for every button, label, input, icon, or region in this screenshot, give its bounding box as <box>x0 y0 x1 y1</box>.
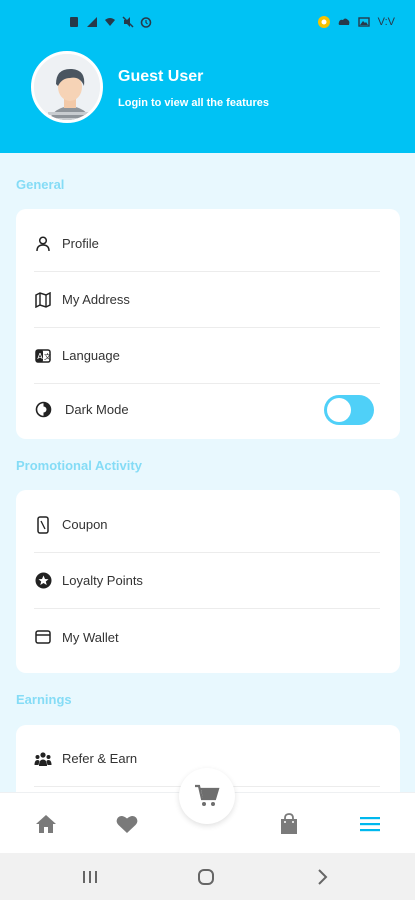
menu-label: Refer & Earn <box>62 751 138 766</box>
svg-text:A: A <box>37 352 43 361</box>
home-circle-icon <box>198 869 214 885</box>
contrast-icon <box>34 400 52 418</box>
menu-label: Coupon <box>62 517 108 532</box>
menu-label: Profile <box>62 236 99 251</box>
menu-label: Language <box>62 348 120 363</box>
nav-menu[interactable] <box>357 811 383 837</box>
home-button[interactable] <box>196 867 216 887</box>
dark-mode-toggle[interactable] <box>324 395 374 425</box>
card-general: Profile My Address A文 Language Dark Mode <box>16 209 400 439</box>
menu-item-loyalty-points[interactable]: Loyalty Points <box>34 553 380 609</box>
cart-button[interactable] <box>179 768 235 824</box>
section-title-earnings: Earnings <box>16 692 72 707</box>
status-time: V:V <box>377 16 395 28</box>
menu-label: My Wallet <box>62 629 119 645</box>
section-title-promo: Promotional Activity <box>16 458 142 473</box>
heart-icon <box>116 815 138 833</box>
card-promo: Coupon Loyalty Points My Wallet <box>16 490 400 673</box>
status-bar: V:V <box>0 0 415 44</box>
sim-icon <box>70 17 78 27</box>
notification-dot-icon <box>317 16 330 28</box>
svg-text:文: 文 <box>44 352 51 361</box>
recent-apps-icon <box>83 871 97 883</box>
avatar[interactable] <box>31 51 103 123</box>
wallet-icon <box>34 628 52 646</box>
people-icon <box>34 750 52 768</box>
wifi-icon <box>105 18 115 26</box>
language-icon: A文 <box>34 347 52 365</box>
menu-icon <box>360 817 380 832</box>
person-icon <box>34 235 52 253</box>
nav-home[interactable] <box>33 811 59 837</box>
menu-item-my-wallet[interactable]: My Wallet <box>34 609 380 665</box>
recent-apps-button[interactable] <box>80 867 100 887</box>
map-icon <box>34 291 52 309</box>
cloud-icon <box>338 18 350 25</box>
coupon-icon <box>34 515 52 534</box>
signal-icon <box>87 17 97 27</box>
system-nav-bar <box>0 853 415 900</box>
menu-item-my-address[interactable]: My Address <box>34 272 380 328</box>
menu-item-language[interactable]: A文 Language <box>34 328 380 384</box>
home-icon <box>36 815 56 833</box>
image-icon <box>357 17 370 27</box>
menu-label: Loyalty Points <box>62 573 143 588</box>
menu-label: My Address <box>62 292 130 307</box>
chevron-right-icon <box>318 869 328 885</box>
bag-icon <box>281 813 297 834</box>
nav-orders[interactable] <box>276 811 302 837</box>
menu-item-profile[interactable]: Profile <box>34 216 380 272</box>
cart-icon <box>195 784 220 806</box>
toggle-knob <box>327 398 351 422</box>
login-prompt[interactable]: Login to view all the features <box>118 97 269 109</box>
user-avatar-illustration <box>34 54 100 120</box>
section-title-general: General <box>16 177 65 192</box>
back-button[interactable] <box>312 867 332 887</box>
alarm-icon <box>140 17 152 28</box>
nav-wishlist[interactable] <box>114 811 140 837</box>
menu-item-dark-mode: Dark Mode <box>34 381 380 437</box>
profile-name: Guest User <box>118 68 204 85</box>
star-badge-icon <box>34 572 52 590</box>
profile-header: V:V Guest User Login to view all the fea… <box>0 0 415 153</box>
mute-icon <box>122 16 134 28</box>
menu-label: Dark Mode <box>65 401 129 417</box>
menu-item-coupon[interactable]: Coupon <box>34 497 380 553</box>
